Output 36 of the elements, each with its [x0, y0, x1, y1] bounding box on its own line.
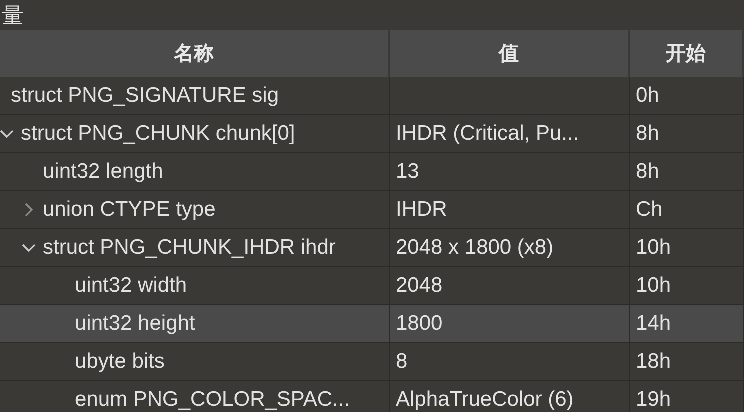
field-name: union CTYPE type [43, 198, 216, 222]
value-cell: 1800 [390, 305, 630, 343]
value-cell: 8 [390, 343, 630, 381]
name-cell[interactable]: union CTYPE type [0, 191, 390, 229]
field-name: struct PNG_CHUNK_IHDR ihdr [43, 236, 336, 260]
start-cell: 18h [630, 343, 744, 381]
name-cell[interactable]: ubyte bits [0, 343, 390, 381]
name-cell[interactable]: uint32 height [0, 305, 390, 343]
name-cell[interactable]: uint32 length [0, 153, 390, 191]
field-name: struct PNG_SIGNATURE sig [11, 84, 279, 108]
start-cell: 8h [630, 153, 744, 191]
name-cell[interactable]: struct PNG_CHUNK chunk[0] [0, 115, 390, 153]
start-cell: 0h [630, 77, 744, 115]
name-cell[interactable]: struct PNG_SIGNATURE sig [0, 77, 390, 115]
name-cell[interactable]: uint32 width [0, 267, 390, 305]
value-cell: 13 [390, 153, 630, 191]
value-cell: IHDR [390, 191, 630, 229]
start-cell: 14h [630, 305, 744, 343]
field-name: enum PNG_COLOR_SPAC... [75, 388, 350, 412]
value-cell: IHDR (Critical, Pu... [390, 115, 630, 153]
column-header[interactable]: 值 [390, 30, 630, 77]
field-name: uint32 length [43, 160, 164, 184]
column-header[interactable]: 开始 [630, 30, 744, 77]
start-cell: 10h [630, 267, 744, 305]
value-cell: 2048 x 1800 (x8) [390, 229, 630, 267]
start-cell: 8h [630, 115, 744, 153]
start-cell: Ch [630, 191, 744, 229]
field-name: ubyte bits [75, 350, 165, 374]
column-header[interactable]: 名称 [0, 30, 390, 77]
start-cell: 10h [630, 229, 744, 267]
field-name: uint32 height [75, 312, 196, 336]
name-cell[interactable]: struct PNG_CHUNK_IHDR ihdr [0, 229, 390, 267]
value-cell: 2048 [390, 267, 630, 305]
panel-title: 量 [2, 2, 24, 30]
field-name: uint32 width [75, 274, 188, 298]
field-name: struct PNG_CHUNK chunk[0] [21, 122, 296, 146]
